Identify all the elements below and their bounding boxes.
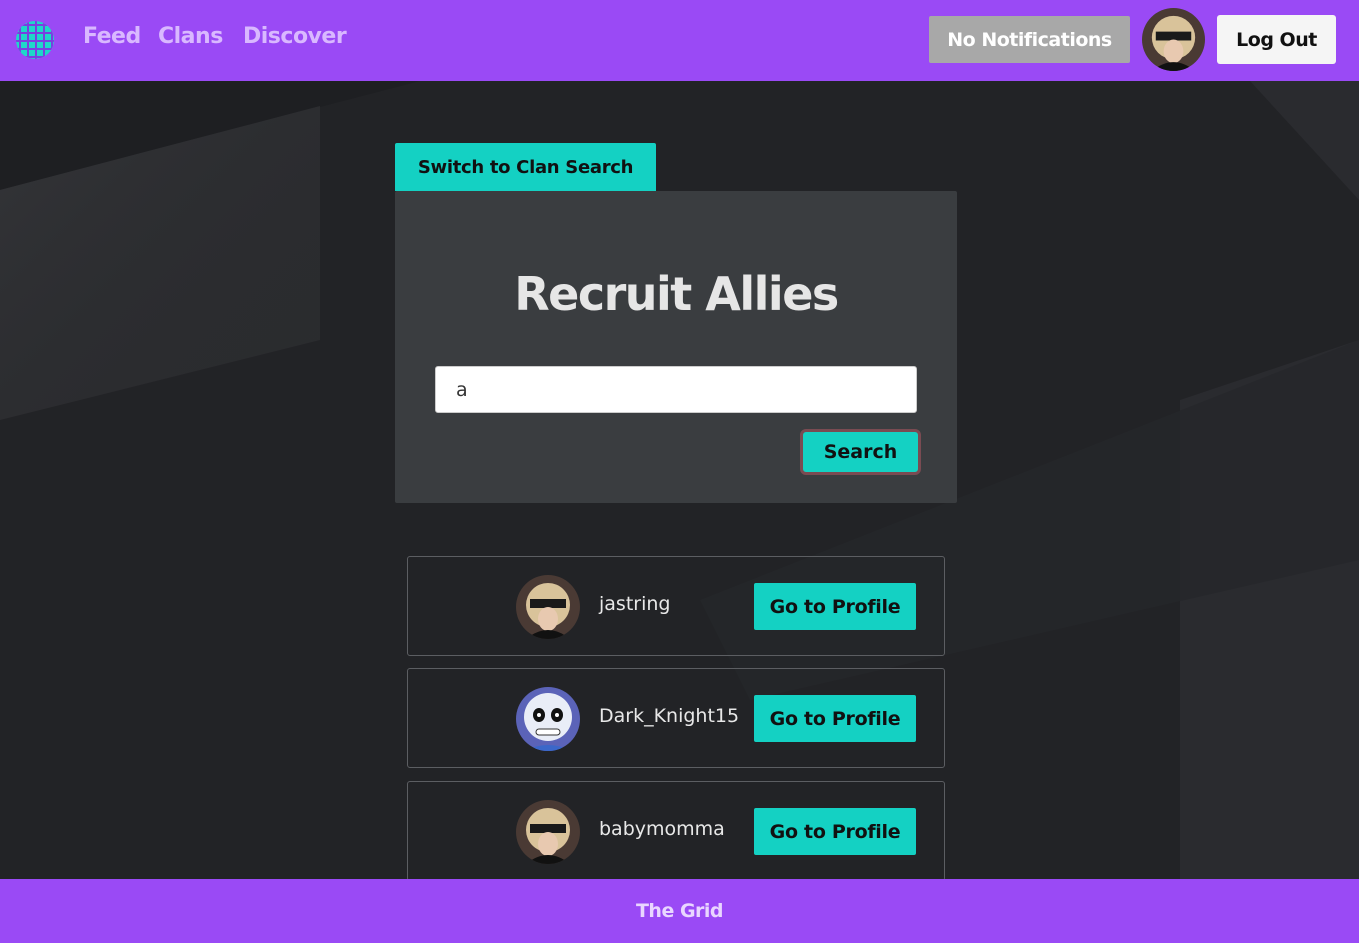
result-card: babymomma Go to Profile — [407, 781, 945, 881]
logout-button[interactable]: Log Out — [1217, 15, 1336, 64]
blindfold-girl-avatar-icon — [516, 800, 580, 864]
nav-discover-link[interactable]: Discover — [243, 24, 347, 49]
result-username: babymomma — [599, 818, 725, 840]
user-avatar[interactable] — [1142, 8, 1205, 71]
footer: The Grid — [0, 879, 1359, 943]
result-avatar[interactable] — [516, 575, 580, 639]
search-input[interactable] — [435, 366, 917, 413]
nav-clans-link[interactable]: Clans — [158, 24, 223, 49]
top-nav-bar: Feed Clans Discover No Notifications Log… — [0, 0, 1359, 81]
page-title: Recruit Allies — [514, 267, 839, 321]
notifications-button[interactable]: No Notifications — [929, 16, 1130, 63]
search-button[interactable]: Search — [800, 429, 921, 475]
switch-to-clan-search-button[interactable]: Switch to Clan Search — [395, 143, 656, 191]
go-to-profile-button[interactable]: Go to Profile — [754, 808, 916, 855]
result-username: Dark_Knight15 — [599, 705, 740, 727]
globe-grid-logo-icon[interactable] — [16, 21, 54, 59]
blindfold-girl-avatar-icon — [1142, 8, 1205, 71]
result-avatar[interactable] — [516, 687, 580, 751]
footer-brand: The Grid — [635, 900, 724, 922]
nav-feed-link[interactable]: Feed — [83, 24, 141, 49]
result-card: Dark_Knight15 Go to Profile — [407, 668, 945, 768]
result-card: jastring Go to Profile — [407, 556, 945, 656]
result-avatar[interactable] — [516, 800, 580, 864]
skeleton-avatar-icon — [516, 687, 580, 751]
blindfold-girl-avatar-icon — [516, 575, 580, 639]
search-panel: Recruit Allies Search — [395, 191, 957, 503]
go-to-profile-button[interactable]: Go to Profile — [754, 695, 916, 742]
result-username: jastring — [599, 593, 671, 615]
go-to-profile-button[interactable]: Go to Profile — [754, 583, 916, 630]
